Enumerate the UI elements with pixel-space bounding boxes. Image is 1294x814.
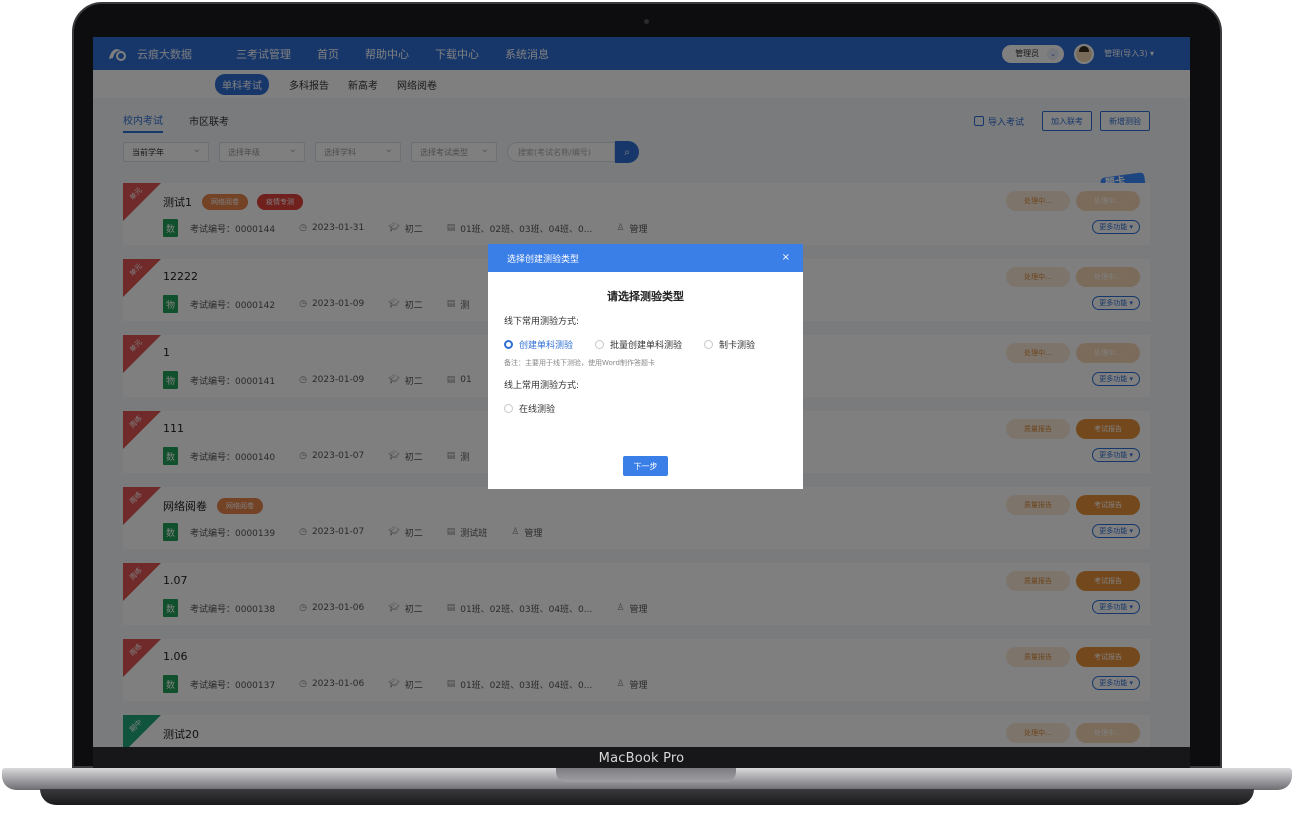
dialog-note: 备注：主要用于线下测验，使用Word制作答题卡 [504,359,655,367]
radio-icon [704,340,714,349]
offline-section-label: 线下常用测验方式: [504,317,580,327]
create-quiz-dialog: 选择创建测验类型 × 请选择测验类型 线下常用测验方式: 创建单科测验 批量创建… [488,244,803,489]
dialog-header: 选择创建测验类型 × [488,244,803,272]
offline-options: 创建单科测验 批量创建单科测验 制卡测验 [504,338,803,351]
camera-icon [644,19,649,24]
online-options: 在线测验 [504,402,803,415]
radio-batch-create[interactable]: 批量创建单科测验 [595,338,682,351]
radio-icon [504,404,513,413]
app-screen: 云痕大数据 三考试管理 首页 帮助中心 下载中心 系统消息 管理员 ⌄ 管理(导… [93,37,1190,747]
next-button[interactable]: 下一步 [623,456,668,476]
dialog-title: 请选择测验类型 [607,290,684,303]
laptop-shadow [40,789,1254,805]
radio-online-quiz[interactable]: 在线测验 [504,402,555,415]
radio-create-single[interactable]: 创建单科测验 [504,338,573,351]
device-label: MacBook Pro [93,747,1190,769]
dialog-header-title: 选择创建测验类型 [507,254,580,265]
radio-selected-icon [504,340,513,349]
close-icon[interactable]: × [782,252,790,263]
modal-overlay[interactable]: 选择创建测验类型 × 请选择测验类型 线下常用测验方式: 创建单科测验 批量创建… [93,37,1190,747]
online-section-label: 线上常用测验方式: [504,381,580,391]
laptop-notch [556,768,736,782]
radio-card-quiz[interactable]: 制卡测验 [704,338,755,351]
radio-icon [595,340,605,349]
